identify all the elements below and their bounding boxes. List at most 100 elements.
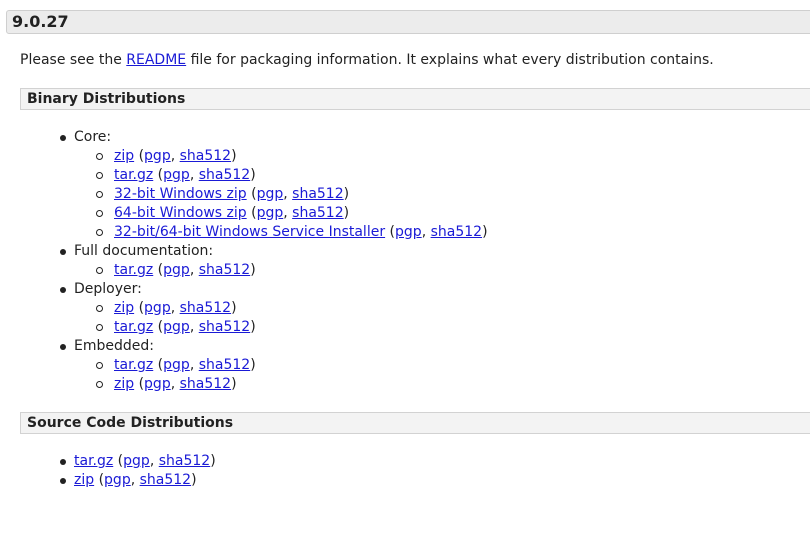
core-downloads: zip (pgp, sha512) tar.gz (pgp, sha512) 3… xyxy=(96,147,488,242)
download-item: zip (pgp, sha512) xyxy=(96,375,488,394)
sha512-link[interactable]: sha512 xyxy=(199,167,250,183)
download-link[interactable]: tar.gz xyxy=(114,167,153,183)
pgp-link[interactable]: pgp xyxy=(257,205,284,221)
group-core: Core: zip (pgp, sha512) tar.gz (pgp, sha… xyxy=(60,128,488,242)
pgp-link[interactable]: pgp xyxy=(163,262,190,278)
sha512-link[interactable]: sha512 xyxy=(199,262,250,278)
intro-text-before: Please see the xyxy=(20,52,127,68)
sha512-link[interactable]: sha512 xyxy=(180,376,231,392)
sha512-link[interactable]: sha512 xyxy=(292,186,343,202)
download-item: tar.gz (pgp, sha512) xyxy=(96,318,488,337)
pgp-link[interactable]: pgp xyxy=(144,148,171,164)
download-item: 64-bit Windows zip (pgp, sha512) xyxy=(96,204,488,223)
paren-open: ( xyxy=(153,167,164,183)
paren-close: ) xyxy=(210,453,216,469)
separator: , xyxy=(189,319,199,335)
group-label: Core: xyxy=(74,129,112,145)
paren-open: ( xyxy=(134,148,145,164)
paren-open: ( xyxy=(113,453,124,469)
download-item: tar.gz (pgp, sha512) xyxy=(60,452,216,471)
paren-close: ) xyxy=(250,319,256,335)
group-embedded: Embedded: tar.gz (pgp, sha512) zip (pgp,… xyxy=(60,337,488,394)
paren-open: ( xyxy=(153,262,164,278)
download-item: tar.gz (pgp, sha512) xyxy=(96,356,488,375)
pgp-link[interactable]: pgp xyxy=(163,319,190,335)
sha512-link[interactable]: sha512 xyxy=(199,357,250,373)
pgp-link[interactable]: pgp xyxy=(163,167,190,183)
deployer-downloads: zip (pgp, sha512) tar.gz (pgp, sha512) xyxy=(96,299,488,337)
download-item: zip (pgp, sha512) xyxy=(96,147,488,166)
separator: , xyxy=(170,148,180,164)
group-label: Deployer: xyxy=(74,281,142,297)
download-link[interactable]: tar.gz xyxy=(114,357,153,373)
download-item: tar.gz (pgp, sha512) xyxy=(96,261,488,280)
sha512-link[interactable]: sha512 xyxy=(292,205,343,221)
documentation-downloads: tar.gz (pgp, sha512) xyxy=(96,261,488,280)
embedded-downloads: tar.gz (pgp, sha512) zip (pgp, sha512) xyxy=(96,356,488,394)
download-item: 32-bit Windows zip (pgp, sha512) xyxy=(96,185,488,204)
paren-open: ( xyxy=(385,224,396,240)
sha512-link[interactable]: sha512 xyxy=(199,319,250,335)
paren-close: ) xyxy=(250,357,256,373)
pgp-link[interactable]: pgp xyxy=(104,472,131,488)
pgp-link[interactable]: pgp xyxy=(163,357,190,373)
intro-text-after: file for packaging information. It expla… xyxy=(186,52,714,68)
download-item: 32-bit/64-bit Windows Service Installer … xyxy=(96,223,488,242)
paren-close: ) xyxy=(250,167,256,183)
pgp-link[interactable]: pgp xyxy=(123,453,150,469)
sha512-link[interactable]: sha512 xyxy=(140,472,191,488)
separator: , xyxy=(283,186,293,202)
group-deployer: Deployer: zip (pgp, sha512) tar.gz (pgp,… xyxy=(60,280,488,337)
separator: , xyxy=(170,376,180,392)
paren-close: ) xyxy=(191,472,197,488)
paren-open: ( xyxy=(153,357,164,373)
paren-close: ) xyxy=(231,148,237,164)
pgp-link[interactable]: pgp xyxy=(144,376,171,392)
download-link[interactable]: tar.gz xyxy=(74,453,113,469)
paren-close: ) xyxy=(343,205,350,221)
separator: , xyxy=(149,453,159,469)
download-link[interactable]: zip xyxy=(114,300,134,316)
paren-close: ) xyxy=(231,376,237,392)
sha512-link[interactable]: sha512 xyxy=(180,300,231,316)
download-link[interactable]: 32-bit/64-bit Windows Service Installer xyxy=(114,224,385,240)
sha512-link[interactable]: sha512 xyxy=(180,148,231,164)
download-link[interactable]: zip xyxy=(114,376,134,392)
download-link[interactable]: 64-bit Windows zip xyxy=(114,205,247,221)
pgp-link[interactable]: pgp xyxy=(395,224,422,240)
download-link[interactable]: tar.gz xyxy=(114,262,153,278)
separator: , xyxy=(189,167,199,183)
paren-open: ( xyxy=(134,376,145,392)
download-item: zip (pgp, sha512) xyxy=(96,299,488,318)
readme-link[interactable]: README xyxy=(126,52,186,68)
version-heading: 9.0.27 xyxy=(6,10,810,34)
download-link[interactable]: tar.gz xyxy=(114,319,153,335)
paren-open: ( xyxy=(246,205,257,221)
pgp-link[interactable]: pgp xyxy=(257,186,284,202)
binary-distributions-heading: Binary Distributions xyxy=(20,88,810,110)
sha512-link[interactable]: sha512 xyxy=(431,224,482,240)
paren-close: ) xyxy=(250,262,256,278)
group-label: Full documentation: xyxy=(74,243,214,259)
paren-open: ( xyxy=(94,472,105,488)
paren-close: ) xyxy=(231,300,237,316)
source-distributions-heading: Source Code Distributions xyxy=(20,412,810,434)
pgp-link[interactable]: pgp xyxy=(144,300,171,316)
paren-open: ( xyxy=(134,300,145,316)
separator: , xyxy=(130,472,140,488)
paren-open: ( xyxy=(153,319,164,335)
sha512-link[interactable]: sha512 xyxy=(159,453,210,469)
group-label: Embedded: xyxy=(74,338,154,354)
paren-open: ( xyxy=(246,186,257,202)
separator: , xyxy=(421,224,431,240)
download-link[interactable]: zip xyxy=(114,148,134,164)
group-full-documentation: Full documentation: tar.gz (pgp, sha512) xyxy=(60,242,488,280)
download-item: tar.gz (pgp, sha512) xyxy=(96,166,488,185)
download-link[interactable]: 32-bit Windows zip xyxy=(114,186,247,202)
binary-distributions-list: Core: zip (pgp, sha512) tar.gz (pgp, sha… xyxy=(60,128,488,394)
download-item: zip (pgp, sha512) xyxy=(60,471,216,490)
paren-close: ) xyxy=(343,186,350,202)
separator: , xyxy=(170,300,180,316)
download-link[interactable]: zip xyxy=(74,472,94,488)
paren-close: ) xyxy=(482,224,488,240)
